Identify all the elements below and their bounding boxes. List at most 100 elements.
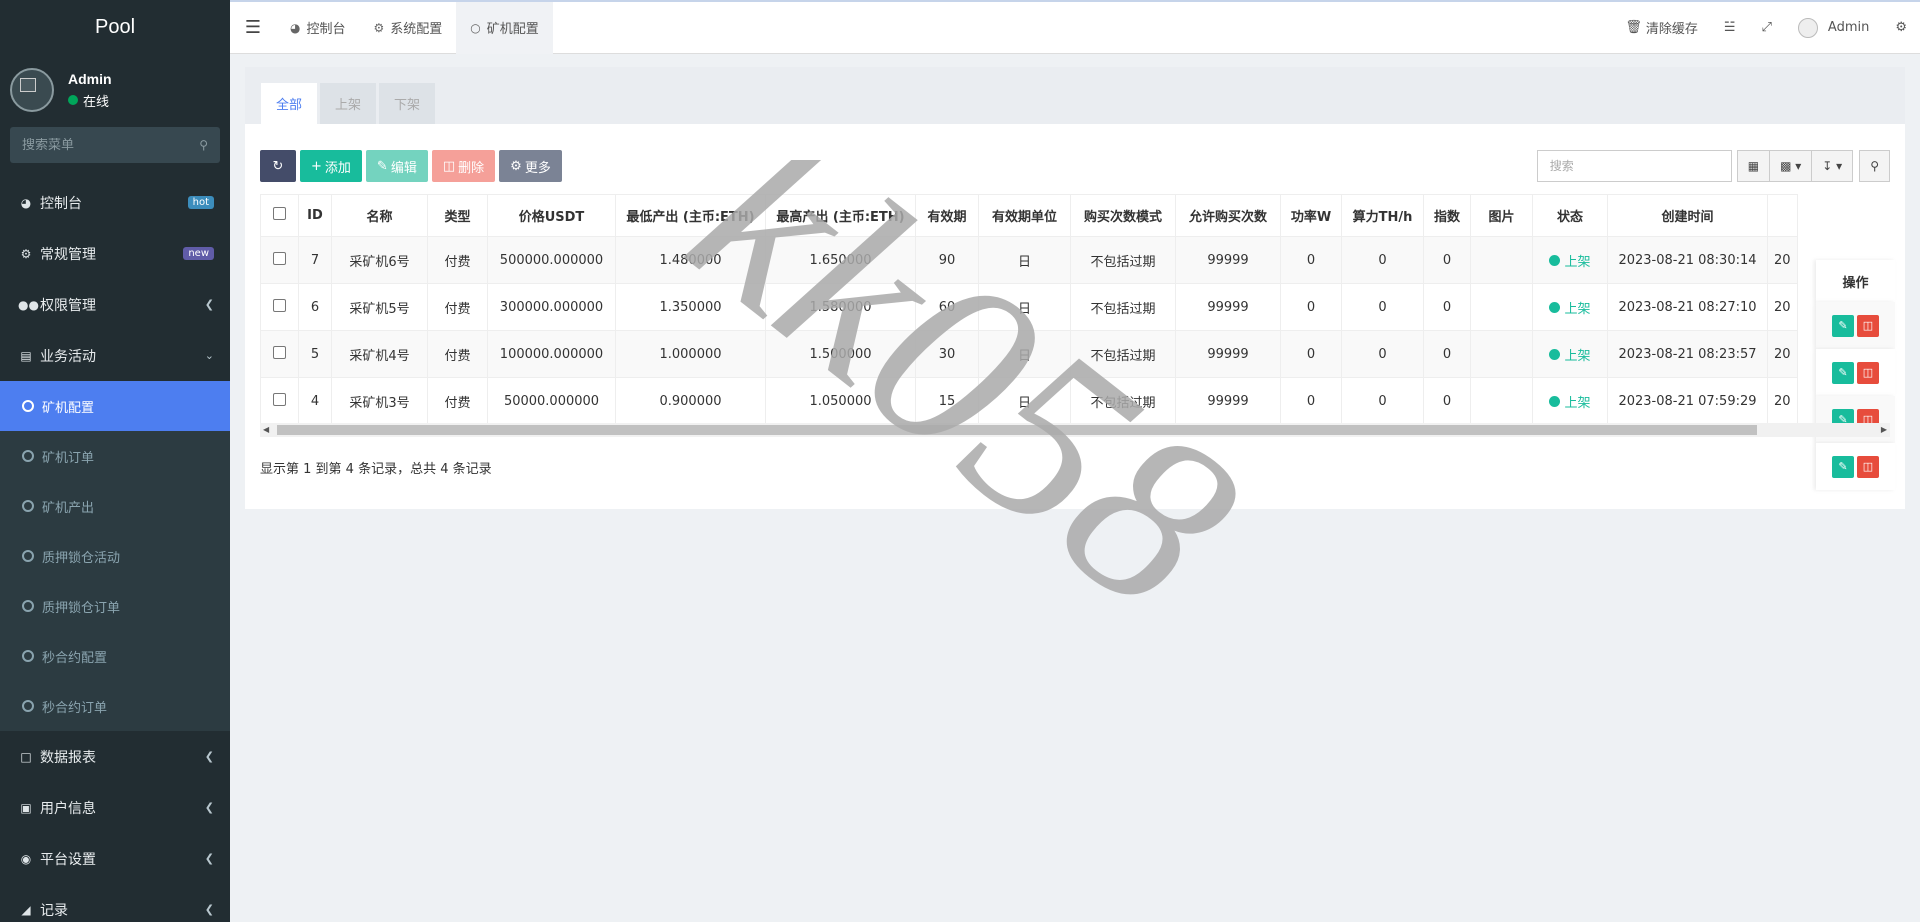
col-buy-limit[interactable]: 允许购买次数 [1175,194,1281,237]
circle-icon [22,600,34,612]
table-cell: 1.580000 [765,283,916,331]
export-button[interactable]: ↧ ▾ [1811,150,1854,182]
more-button[interactable]: ⚙ 更多 [499,150,562,182]
tab-all[interactable]: 全部 [261,83,318,124]
sidebar-item-contract-orders[interactable]: 秒合约订单 [0,681,230,731]
row-checkbox[interactable] [273,345,286,359]
menu-toggle-icon[interactable]: ☰ [230,17,276,38]
row-edit-button[interactable]: ✎ [1832,361,1854,384]
col-max-output[interactable]: 最高产出 (主币:ETH) [765,194,916,237]
scroll-left-icon[interactable]: ◀ [263,423,269,437]
language-icon[interactable]: ☱ [1711,20,1749,35]
status-dot-icon [1549,348,1561,360]
tab-system-config[interactable]: ⚙ 系统配置 [360,2,457,54]
sidebar-item-miner-config[interactable]: 矿机配置 [0,381,230,431]
col-power[interactable]: 功率W [1280,194,1342,237]
col-validity-unit[interactable]: 有效期单位 [978,194,1071,237]
refresh-button[interactable]: ↻ [260,150,296,182]
sidebar-item-users[interactable]: ▣ 用户信息 ❮ [0,782,230,833]
col-min-output[interactable]: 最低产出 (主币:ETH) [615,194,766,237]
tab-listed[interactable]: 上架 [320,83,377,124]
circle-icon [22,650,34,662]
sidebar-item-reports[interactable]: □ 数据报表 ❮ [0,731,230,782]
sidebar-item-platform[interactable]: ◉ 平台设置 ❮ [0,833,230,884]
col-validity[interactable]: 有效期 [915,194,979,237]
sidebar-item-miner-orders[interactable]: 矿机订单 [0,431,230,481]
row-delete-button[interactable]: ◫ [1857,361,1879,384]
status-badge[interactable]: 上架 [1549,298,1591,317]
sidebar-item-dashboard[interactable]: ◕ 控制台 hot [0,177,230,228]
sidebar-item-auth[interactable]: ●● 权限管理 ❮ [0,279,230,330]
sidebar-item-records[interactable]: ◢ 记录 ❮ [0,884,230,922]
col-hashrate[interactable]: 算力TH/h [1341,194,1424,237]
menu-search-input[interactable] [22,137,172,153]
scroll-right-icon[interactable]: ▶ [1881,423,1887,437]
sidebar-item-contract-config[interactable]: 秒合约配置 [0,631,230,681]
tab-unlisted[interactable]: 下架 [379,83,436,124]
columns-button[interactable]: ▩ ▾ [1769,150,1813,182]
table-row[interactable]: 4 采矿机3号 付费 50000.000000 0.900000 1.050000 15 日不… [260,377,1798,425]
col-image[interactable]: 图片 [1470,194,1533,237]
col-status[interactable]: 状态 [1532,194,1608,237]
refresh-icon: ↻ [272,158,284,174]
chevron-left-icon: ❮ [204,750,214,763]
row-checkbox[interactable] [273,251,286,265]
scroll-thumb[interactable] [277,425,1757,435]
horizontal-scrollbar[interactable]: ◀ ▶ [260,423,1890,437]
user-panel: Admin 在线 [0,55,230,125]
sidebar-item-staking-orders[interactable]: 质押锁仓订单 [0,581,230,631]
select-all-checkbox[interactable] [273,207,286,220]
table-row[interactable]: 6 采矿机5号 付费 300000.000000 1.350000 1.580000 60 日… [260,283,1798,331]
table-cell: 不包括过期 [1070,283,1176,331]
table-icon: ▦ [1747,159,1760,173]
table-cell: 1.480000 [615,236,766,284]
table-cell: 30 [915,330,979,378]
list-alt-icon: ▤ [20,348,32,363]
status-badge[interactable]: 上架 [1549,251,1591,270]
table-row[interactable]: 7 采矿机6号 付费 500000.000000 1.480000 1.650000 90 日… [260,236,1798,284]
col-id[interactable]: ID [298,194,332,237]
col-type[interactable]: 类型 [427,194,488,237]
table-search-input[interactable] [1536,150,1732,182]
table-cell: 上架 [1532,283,1608,331]
app-logo[interactable]: Pool [0,0,230,55]
delete-button[interactable]: ◫ 删除 [431,150,496,182]
clear-cache-button[interactable]: 🗑 清除缓存 [1612,18,1711,37]
add-button[interactable]: + 添加 [300,150,362,182]
sidebar-item-miner-output[interactable]: 矿机产出 [0,481,230,531]
tab-miner-config[interactable]: ○ 矿机配置 [456,1,553,54]
status-badge[interactable]: 上架 [1549,392,1591,411]
table-cell: 0 [1423,283,1471,331]
tab-dashboard[interactable]: ◕ 控制台 [276,2,360,54]
sidebar-item-staking-activity[interactable]: 质押锁仓活动 [0,531,230,581]
table-cell: 付费 [427,377,488,425]
table-cell: 0 [1423,377,1471,425]
table-cell: 90 [915,236,979,284]
row-checkbox[interactable] [273,392,286,406]
table-cell [1470,283,1533,331]
col-name[interactable]: 名称 [331,194,428,237]
row-delete-button[interactable]: ◫ [1857,455,1879,478]
edit-button[interactable]: ✎ 编辑 [365,150,428,182]
toggle-view-button[interactable]: ▦ [1736,150,1771,182]
table-row[interactable]: 5 采矿机4号 付费 100000.000000 1.000000 1.500000 30 日… [260,330,1798,378]
sidebar-item-business[interactable]: ▤ 业务活动 ⌄ [0,330,230,381]
advanced-search-button[interactable]: ⚲ [1859,150,1890,182]
row-edit-button[interactable]: ✎ [1832,314,1854,337]
status-badge[interactable]: 上架 [1549,345,1591,364]
settings-icon[interactable]: ⚙ [1882,20,1920,35]
row-delete-button[interactable]: ◫ [1857,314,1879,337]
col-buy-mode[interactable]: 购买次数模式 [1070,194,1176,237]
user-menu[interactable]: Admin [1785,17,1882,38]
table-cell: 6 [298,283,332,331]
sidebar-item-general[interactable]: ⚙ 常规管理 new [0,228,230,279]
col-price[interactable]: 价格USDT [487,194,616,237]
col-created[interactable]: 创建时间 [1607,194,1768,237]
row-checkbox[interactable] [273,298,286,312]
row-edit-button[interactable]: ✎ [1832,455,1854,478]
search-icon[interactable]: ⚲ [199,138,208,152]
row-operations: ✎ ◫ [1816,349,1895,396]
table-cell: 1.500000 [765,330,916,378]
fullscreen-icon[interactable]: ⤢ [1749,20,1785,35]
col-index[interactable]: 指数 [1423,194,1471,237]
